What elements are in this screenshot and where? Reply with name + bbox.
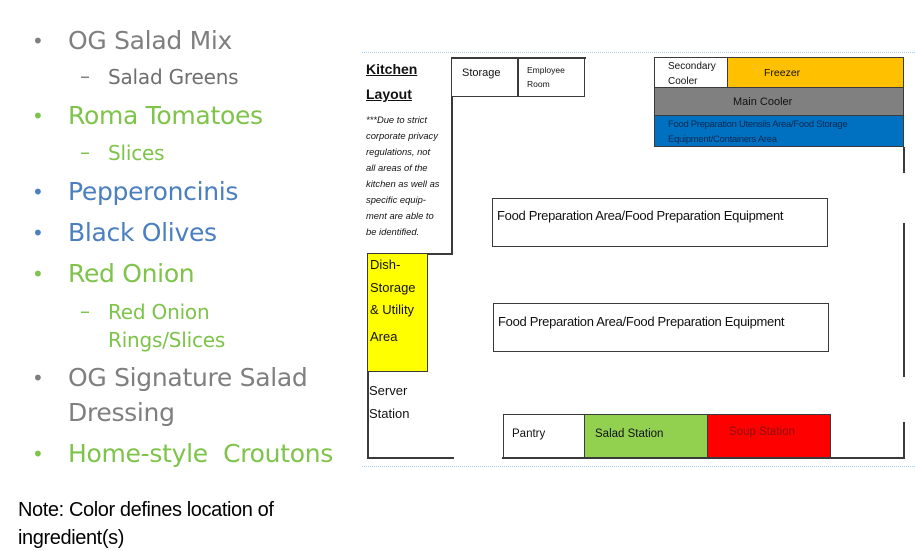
area-secondary-cooler-label-1: Secondary: [668, 61, 716, 72]
area-dish-storage-label-1: Dish-: [370, 257, 401, 272]
area-salad-station: Salad Station: [584, 414, 708, 458]
ingredient-label: OG Salad Mix: [68, 26, 232, 55]
ingredient-label: Roma Tomatoes: [68, 101, 263, 130]
bullet-icon: •: [32, 221, 44, 245]
sub-ingredient-label: Red Onion: [108, 300, 210, 324]
ingredient-label: Black Olives: [68, 218, 217, 247]
note-line-2: ingredient(s): [18, 527, 124, 549]
kitchen-layout-title-line2: Layout: [366, 86, 412, 102]
sub-ingredient-label: Rings/Slices: [108, 328, 226, 352]
area-server-station-label-1: Server: [369, 383, 408, 398]
note-line-1: Note: Color defines location of: [18, 499, 274, 521]
area-food-prep-1-label: Food Preparation Area/Food Preparation E…: [497, 208, 784, 223]
area-utensils-storage: Food Preparation Utensils Area/Food Stor…: [654, 115, 904, 147]
kitchen-layout-title: Kitchen: [366, 61, 418, 77]
area-employee-room-label-1: Employee: [527, 65, 565, 75]
bullet-icon: •: [32, 180, 44, 204]
area-pantry-label: Pantry: [512, 428, 546, 440]
area-storage-label: Storage: [462, 67, 501, 79]
sub-ingredient-label: Salad Greens: [108, 65, 239, 89]
ingredient-label: Red Onion: [68, 259, 195, 288]
frame-top-line: [362, 52, 915, 53]
area-employee-room: Employee Room: [517, 57, 585, 97]
dash-icon: –: [80, 64, 90, 88]
wall-right-middle: [903, 223, 905, 377]
area-freezer-label: Freezer: [764, 67, 801, 79]
area-secondary-cooler: Secondary Cooler: [654, 57, 729, 89]
area-secondary-cooler-label-2: Cooler: [668, 76, 698, 87]
wall-left-partition: [451, 96, 453, 254]
wall-right-lower: [903, 422, 905, 458]
area-utensils-label-2: Equipment/Containers Area: [668, 134, 777, 145]
sub-ingredient-label: Slices: [108, 141, 165, 165]
area-dish-storage-label-4: Area: [370, 329, 398, 344]
bullet-icon: •: [32, 366, 44, 390]
area-server-station-label-2: Station: [369, 406, 410, 421]
area-dish-storage-utility: Dish- Storage & Utility Area: [367, 253, 428, 372]
area-food-prep-2-label: Food Preparation Area/Food Preparation E…: [498, 314, 785, 329]
ingredient-label: OG Signature Salad: [68, 363, 308, 392]
area-utensils-label-1: Food Preparation Utensils Area/Food Stor…: [668, 119, 848, 130]
area-dish-storage-label-3: & Utility: [370, 302, 415, 317]
frame-bottom-line: [362, 466, 915, 467]
wall-bottom-left: [367, 457, 454, 459]
area-main-cooler-label: Main Cooler: [733, 96, 793, 108]
area-soup-station: Soup Station: [707, 414, 831, 458]
area-main-cooler: Main Cooler: [654, 87, 904, 117]
area-food-prep-1: Food Preparation Area/Food Preparation E…: [492, 198, 828, 247]
bullet-icon: •: [32, 29, 44, 53]
ingredient-label: Pepperoncinis: [68, 177, 239, 206]
ingredient-label: Home-style Croutons: [68, 439, 333, 468]
bullet-icon: •: [32, 442, 44, 466]
area-storage: Storage: [451, 57, 519, 97]
wall-right-upper: [903, 147, 905, 173]
privacy-disclaimer: ***Due to strict corporate privacy regul…: [366, 114, 440, 237]
area-salad-station-label: Salad Station: [595, 428, 664, 440]
area-freezer: Freezer: [727, 57, 904, 89]
area-dish-storage-label-2: Storage: [370, 280, 416, 295]
area-employee-room-label-2: Room: [527, 79, 550, 89]
dash-icon: –: [80, 140, 90, 164]
bullet-icon: •: [32, 104, 44, 128]
bullet-icon: •: [32, 262, 44, 286]
area-soup-station-label: Soup Station: [729, 426, 795, 438]
area-food-prep-2: Food Preparation Area/Food Preparation E…: [493, 303, 829, 352]
ingredient-label-line2: Dressing: [68, 398, 175, 427]
color-note: Note: Color defines location of ingredie…: [18, 496, 274, 551]
area-pantry: Pantry: [503, 414, 585, 458]
dash-icon: –: [80, 299, 90, 323]
